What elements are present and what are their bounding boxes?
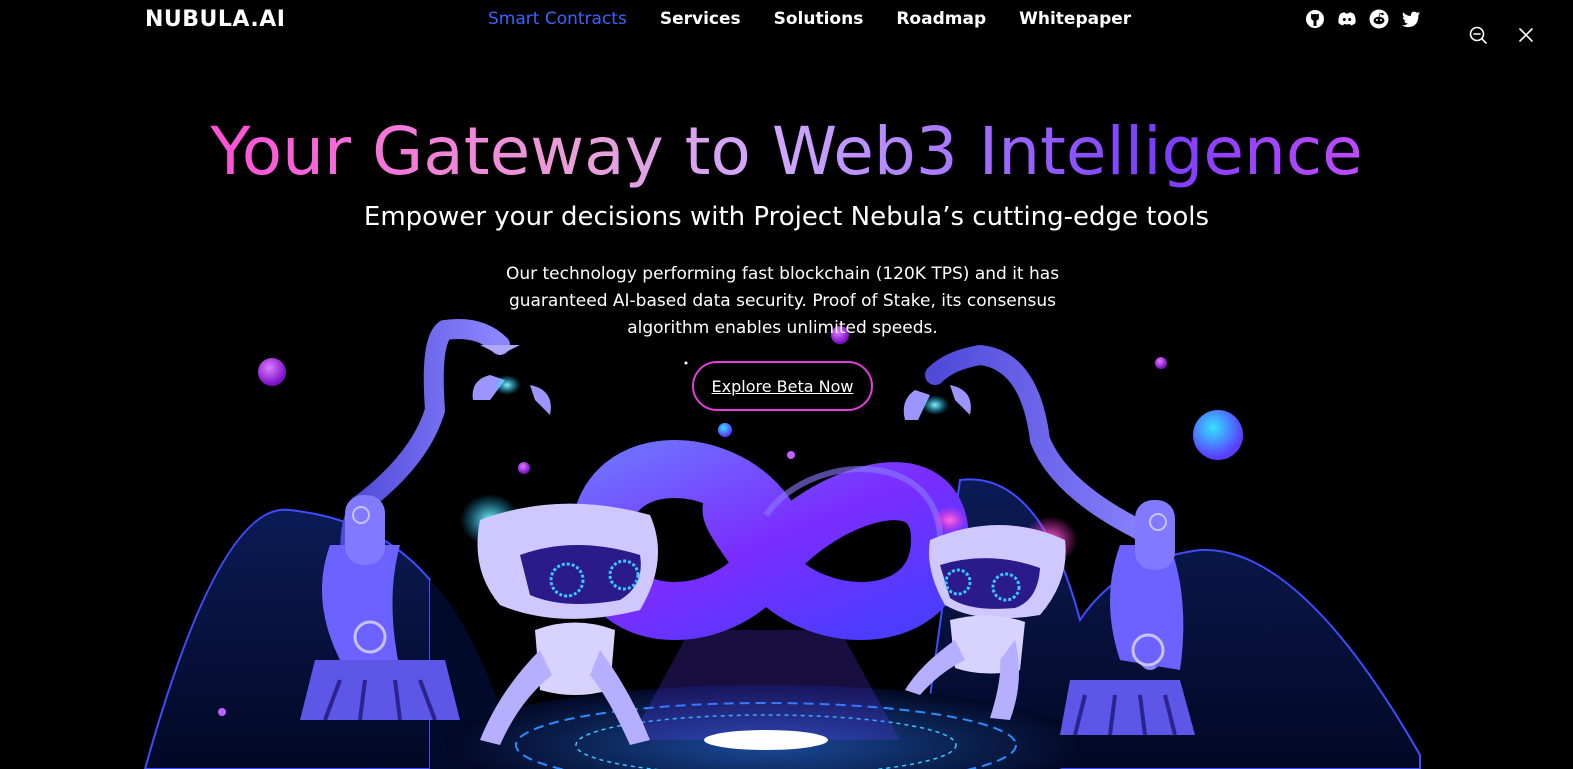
nav-link-smart-contracts[interactable]: Smart Contracts — [488, 9, 627, 29]
explore-beta-button[interactable]: Explore Beta Now — [692, 361, 873, 411]
top-navbar: NUBULA.AI Smart Contracts Services Solut… — [0, 0, 1573, 42]
social-links — [1305, 9, 1421, 29]
hero-description: Our technology performing fast blockchai… — [505, 264, 1060, 338]
nav-link-solutions[interactable]: Solutions — [774, 9, 864, 29]
hero-title: Your Gateway to Web3 Intelligence — [0, 112, 1573, 191]
close-icon[interactable] — [1516, 25, 1536, 45]
nav-link-whitepaper[interactable]: Whitepaper — [1019, 9, 1131, 29]
discord-icon[interactable] — [1337, 9, 1357, 29]
nav-link-roadmap[interactable]: Roadmap — [896, 9, 986, 29]
zoom-out-icon[interactable] — [1468, 25, 1488, 45]
reddit-icon[interactable] — [1369, 9, 1389, 29]
github-icon[interactable] — [1305, 9, 1325, 29]
site-logo[interactable]: NUBULA.AI — [145, 7, 285, 32]
hero-subtitle: Empower your decisions with Project Nebu… — [363, 202, 1210, 232]
hero-title-text: Your Gateway to Web3 Intelligence — [210, 113, 1363, 190]
twitter-icon[interactable] — [1401, 9, 1421, 29]
nav-links: Smart Contracts Services Solutions Roadm… — [488, 9, 1164, 29]
nav-link-services[interactable]: Services — [660, 9, 741, 29]
